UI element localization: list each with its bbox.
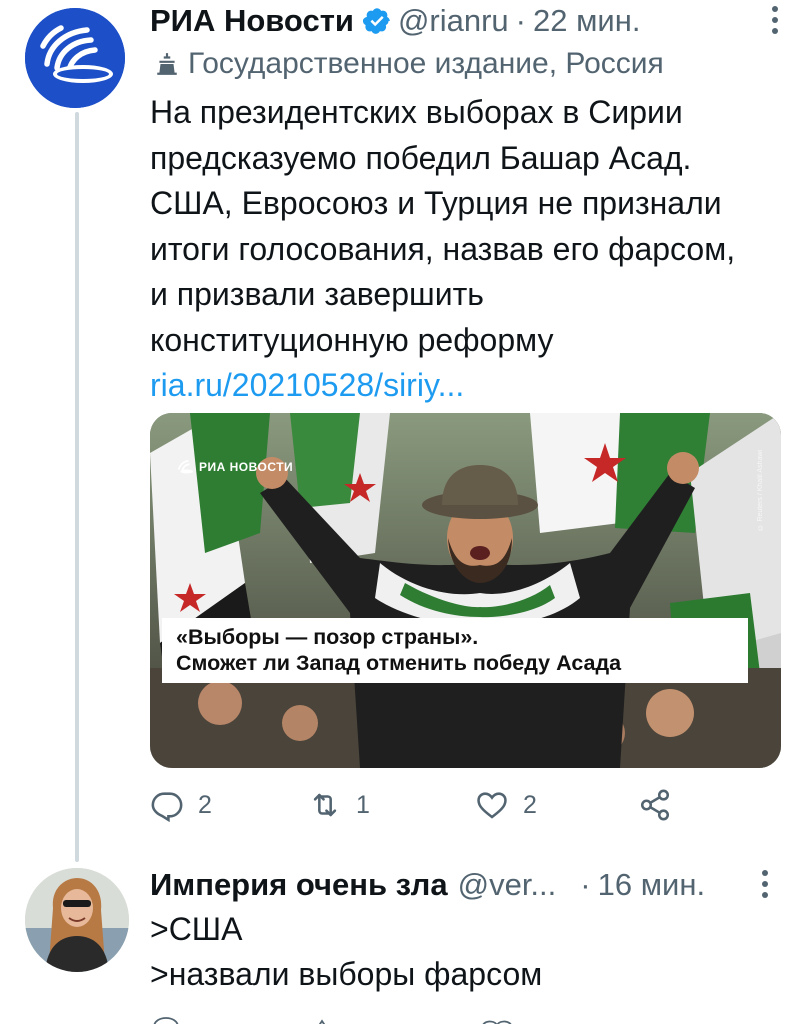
preview-caption: «Выборы — позор страны». Сможет ли Запад… [162, 618, 748, 683]
reply-body: >США >назвали выборы фарсом [150, 907, 542, 997]
reply-text-line: >назвали выборы фарсом [150, 956, 543, 992]
tweet-header: РИА Новости @rianru · 22 мин. [150, 0, 790, 42]
state-media-label[interactable]: Государственное издание, Россия [150, 46, 664, 82]
more-options-icon[interactable] [770, 6, 780, 34]
author-name[interactable]: РИА Новости [150, 3, 354, 39]
ria-watermark: РИА НОВОСТИ [176, 458, 293, 476]
ria-watermark-icon [177, 459, 194, 474]
separator-dot: · [515, 3, 526, 38]
like-count: 2 [523, 790, 537, 819]
ria-watermark-text: РИА НОВОСТИ [199, 460, 294, 474]
reply-author-name[interactable]: Империя очень зла [150, 867, 448, 903]
reply-count: 2 [198, 790, 212, 819]
retweet-button[interactable]: 1 [308, 788, 370, 822]
author-handle[interactable]: @rianru [398, 3, 509, 39]
verified-badge-icon [362, 8, 390, 34]
tweet-text-line: итоги голосования, назвав его фарсом, [150, 230, 736, 267]
reply-icon [151, 792, 183, 822]
more-options-icon[interactable] [760, 870, 770, 898]
tweet-text-line: предсказуемо победил Башар Асад. [150, 139, 692, 176]
state-media-text: Государственное издание, Россия [188, 47, 664, 80]
ria-logo-icon [25, 8, 125, 108]
reply-button[interactable]: 2 [150, 788, 212, 822]
tweet-text-line: и призвали завершить [150, 276, 484, 312]
partial-action-icons [153, 1017, 512, 1024]
share-button[interactable] [638, 788, 686, 822]
ria-avatar[interactable] [25, 8, 125, 108]
state-media-icon [157, 53, 177, 75]
reply-text-line: >США [150, 911, 243, 947]
retweet-icon [313, 793, 337, 817]
heart-icon [477, 792, 507, 819]
user-avatar[interactable] [25, 868, 129, 972]
avatar-photo [25, 868, 129, 972]
caption-line: Сможет ли Запад отменить победу Асада [176, 651, 622, 675]
thread-connector-line [75, 112, 79, 862]
tweet-actions: 2 1 2 [150, 788, 710, 828]
tweet-body: На президентских выборах в Сирии предска… [150, 90, 790, 409]
photo-credit: © Reuters / Khalil Ashawi [757, 450, 764, 531]
separator-dot: · [580, 867, 591, 902]
tweet-text-line: США, Евросоюз и Турция не признали [150, 185, 722, 221]
like-button[interactable]: 2 [475, 788, 537, 822]
reply-author-handle[interactable]: @ver... [458, 867, 557, 903]
reply-header: Империя очень зла @ver... · 16 мин. [150, 864, 790, 906]
article-link[interactable]: ria.ru/20210528/siriy... [150, 363, 790, 409]
tweet-text-line: На президентских выборах в Сирии [150, 94, 683, 130]
caption-line: «Выборы — позор страны». [176, 625, 479, 649]
reply-time[interactable]: 16 мин. [598, 867, 705, 903]
tweet-time[interactable]: 22 мин. [533, 3, 640, 39]
tweet-text-line: конституционную реформу [150, 321, 554, 358]
reply-actions-partial [150, 1014, 710, 1024]
retweet-count: 1 [356, 790, 370, 819]
share-icon [640, 789, 670, 821]
